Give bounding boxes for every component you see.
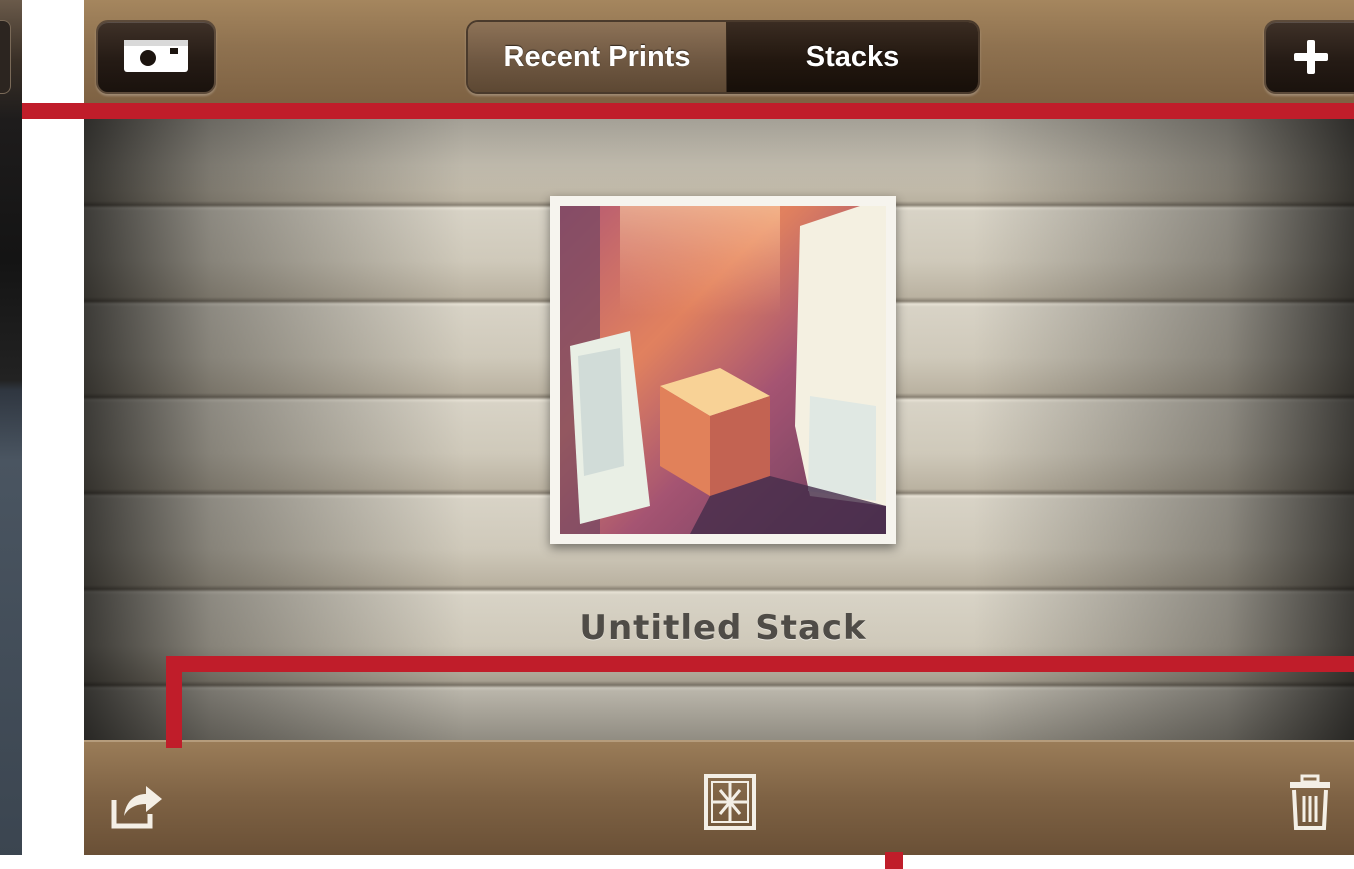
share-icon	[111, 786, 162, 829]
adjacent-device-edge	[0, 0, 22, 855]
top-toolbar: Recent Prints Stacks	[84, 0, 1354, 115]
gift-icon	[704, 774, 756, 830]
callout-line-middle	[166, 656, 1354, 672]
stack-title[interactable]: Untitled Stack	[550, 608, 896, 648]
callout-line-vertical	[166, 656, 182, 748]
callout-line-top	[22, 103, 1354, 119]
trash-icon	[1290, 774, 1330, 830]
camera-icon	[124, 40, 188, 72]
view-segmented-control: Recent Prints Stacks	[466, 20, 980, 94]
adjacent-device-button	[0, 20, 11, 94]
add-stack-button[interactable]	[1264, 20, 1354, 94]
gift-button[interactable]	[700, 772, 760, 832]
tab-recent-prints[interactable]: Recent Prints	[468, 22, 727, 92]
share-button[interactable]	[106, 772, 166, 832]
stack-cover-photo[interactable]	[550, 196, 896, 544]
trash-button[interactable]	[1280, 772, 1340, 832]
app-screen: Recent Prints Stacks Untitled Stack	[84, 0, 1354, 855]
bottom-toolbar	[84, 740, 1354, 855]
plus-icon	[1292, 38, 1330, 76]
photo-image	[560, 206, 886, 534]
tab-stacks[interactable]: Stacks	[727, 22, 978, 92]
camera-button[interactable]	[96, 20, 216, 94]
callout-line-bottom-stub	[885, 852, 903, 869]
